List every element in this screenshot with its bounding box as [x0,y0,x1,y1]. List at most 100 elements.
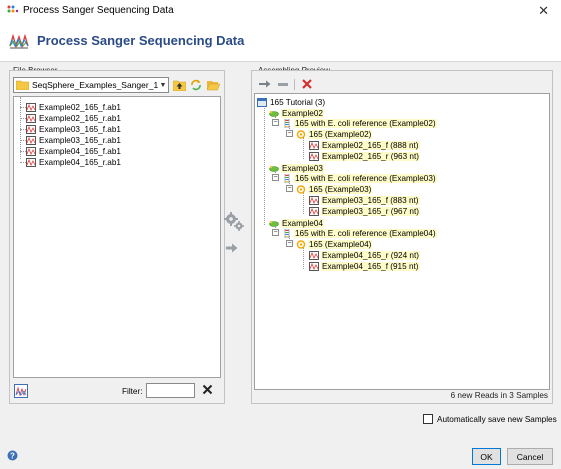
ab1-file-icon [26,147,36,156]
toolbar-divider [294,78,295,90]
filter-input[interactable] [146,383,195,398]
assembling-preview-tree[interactable]: 165 Tutorial (3) Example02 − 165 with E.… [254,93,550,390]
svg-text:?: ? [10,451,15,460]
read-label: Example04_165_f (915 nt) [321,262,420,271]
collapse-toggle[interactable]: − [272,119,279,126]
minus-icon [277,82,288,86]
file-name: Example03_165_f.ab1 [39,125,121,134]
ab1-file-icon [309,141,319,150]
cancel-button[interactable]: Cancel [507,448,553,465]
contig-label: 165 (Example04) [308,240,373,249]
auto-save-label: Automatically save new Samples [437,414,557,424]
collapse-toggle[interactable]: − [272,229,279,236]
read-label: Example03_165_f (883 nt) [321,196,420,205]
collapse-toggle[interactable]: − [286,240,293,247]
group-label: 165 with E. coli reference (Example03) [294,174,437,183]
ab1-file-icon [309,152,319,161]
ab1-file-icon [26,136,36,145]
read-label: Example03_165_r (967 nt) [321,207,420,216]
file-item[interactable]: Example02_165_r.ab1 [26,113,121,124]
reads-status: 6 new Reads in 3 Samples [450,391,548,400]
delete-button[interactable] [300,78,313,90]
assemble-button[interactable] [223,210,245,232]
ab1-file-icon [26,158,36,167]
close-icon [202,384,213,395]
sample-icon [269,110,279,117]
ab1-file-icon [26,103,36,112]
chromatogram-logo-icon [9,31,29,51]
arrow-right-icon [226,243,238,253]
read-label: Example04_165_r (924 nt) [321,251,420,260]
file-name: Example02_165_f.ab1 [39,103,121,112]
file-name: Example04_165_f.ab1 [39,147,121,156]
tree-read[interactable]: Example02_165_f (888 nt) [309,140,420,151]
file-browser-toolbar: SeqSphere_Examples_Sanger_165/ ▼ [13,77,220,93]
close-icon[interactable]: ✕ [538,3,549,19]
contig-icon [296,240,306,249]
sample-label: Example04 [281,219,324,228]
tree-group[interactable]: 165 with E. coli reference (Example04) [282,228,437,239]
ab1-file-icon [309,262,319,271]
tree-read[interactable]: Example04_165_f (915 nt) [309,261,420,272]
contig-icon [296,185,306,194]
dialog-heading: Process Sanger Sequencing Data [37,33,245,48]
file-item[interactable]: Example04_165_r.ab1 [26,157,121,168]
file-name: Example04_165_r.ab1 [39,158,121,167]
sequence-group-icon [284,119,290,128]
sequence-group-icon [284,174,290,183]
sample-label: Example03 [281,164,324,173]
read-label: Example02_165_f (888 nt) [321,141,420,150]
file-name: Example02_165_r.ab1 [39,114,121,123]
ok-button[interactable]: OK [472,448,501,465]
tree-group[interactable]: 165 with E. coli reference (Example03) [282,173,437,184]
window-title: Process Sanger Sequencing Data [23,4,174,16]
collapse-toggle[interactable]: − [272,174,279,181]
tree-read[interactable]: Example04_165_r (924 nt) [309,250,420,261]
collapse-toggle[interactable]: − [286,130,293,137]
ab1-file-icon [309,196,319,205]
file-list[interactable]: Example02_165_f.ab1 Example02_165_r.ab1 … [13,96,221,378]
folder-select[interactable]: SeqSphere_Examples_Sanger_165/ ▼ [13,77,169,93]
add-to-preview-button[interactable] [226,243,238,253]
tree-group[interactable]: 165 with E. coli reference (Example02) [282,118,437,129]
folder-icon [16,80,29,90]
merge-button[interactable] [258,78,271,90]
refresh-button[interactable] [189,78,203,92]
tree-contig[interactable]: 165 (Example02) [296,129,373,140]
read-label: Example02_165_r (963 nt) [321,152,420,161]
filter-label: Filter: [122,387,143,396]
tree-root-label: 165 Tutorial (3) [270,98,326,107]
gears-icon [224,212,244,231]
chromatogram-view-button[interactable] [14,384,28,398]
contig-icon [296,130,306,139]
contig-label: 165 (Example03) [308,185,373,194]
remove-button[interactable] [276,78,289,90]
sequence-group-icon [284,229,290,238]
help-button[interactable]: ? [7,450,18,461]
tree-contig[interactable]: 165 (Example04) [296,239,373,250]
ab1-file-icon [309,251,319,260]
file-item[interactable]: Example02_165_f.ab1 [26,102,121,113]
auto-save-checkbox[interactable]: Automatically save new Samples [423,414,557,424]
open-folder-icon [206,80,220,90]
dialog-header: Process Sanger Sequencing Data [0,20,561,62]
clear-filter-button[interactable] [202,384,213,395]
file-item[interactable]: Example03_165_f.ab1 [26,124,121,135]
file-name: Example03_165_r.ab1 [39,136,121,145]
delete-x-icon [301,79,312,89]
folder-up-button[interactable] [172,78,186,92]
file-item[interactable]: Example03_165_r.ab1 [26,135,121,146]
tree-root[interactable]: 165 Tutorial (3) [257,97,326,108]
tree-contig[interactable]: 165 (Example03) [296,184,373,195]
ab1-file-icon [309,207,319,216]
file-item[interactable]: Example04_165_f.ab1 [26,146,121,157]
checkbox-box[interactable] [423,414,433,424]
chevron-down-icon: ▼ [159,81,167,89]
tree-read[interactable]: Example02_165_r (963 nt) [309,151,420,162]
open-folder-button[interactable] [206,78,220,92]
tree-read[interactable]: Example03_165_r (967 nt) [309,206,420,217]
collapse-toggle[interactable]: − [286,185,293,192]
project-icon [257,98,267,107]
ab1-file-icon [26,125,36,134]
tree-read[interactable]: Example03_165_f (883 nt) [309,195,420,206]
